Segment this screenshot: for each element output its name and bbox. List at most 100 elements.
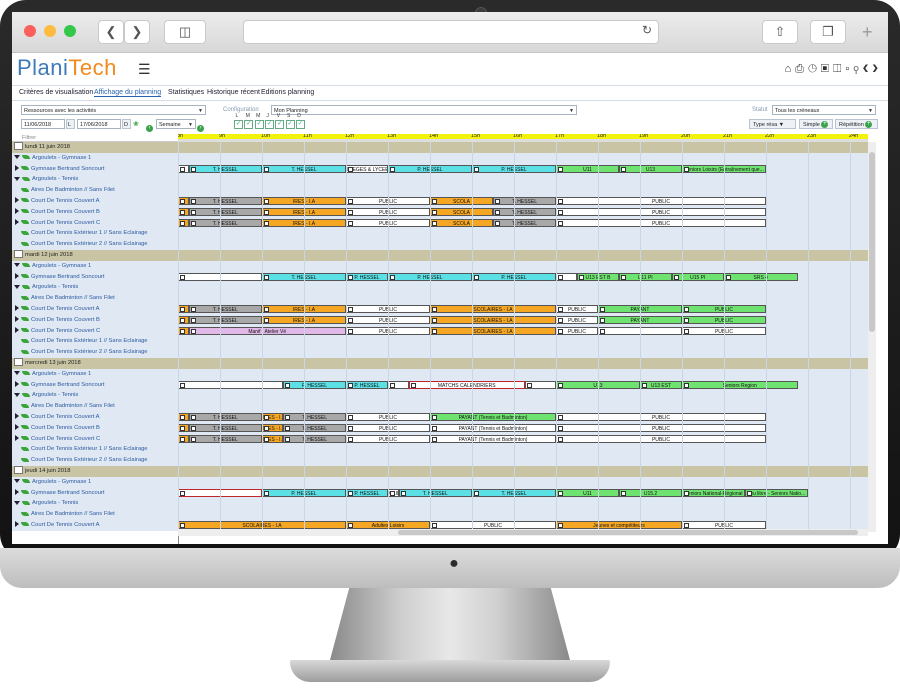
- booking-slot[interactable]: T. HESSEL: [188, 424, 262, 433]
- booking-slot[interactable]: SCOLAIRES - I.A: [430, 316, 556, 325]
- resource-row[interactable]: Court De Tennis Extérieur 1 // Sans Ecla…: [12, 336, 178, 348]
- period-select[interactable]: Semaine ▼: [156, 119, 196, 129]
- booking-slot[interactable]: IRES - I.A: [262, 424, 283, 433]
- booking-slot[interactable]: T. HESSEL: [188, 413, 262, 422]
- menu-affichage[interactable]: Affichage du planning: [94, 89, 162, 97]
- booking-slot[interactable]: [388, 380, 409, 389]
- group-row[interactable]: Argoulets - Tennis: [12, 174, 178, 186]
- booking-slot[interactable]: [178, 434, 189, 443]
- next-icon[interactable]: ❯: [872, 63, 882, 75]
- booking-slot[interactable]: U11: [556, 164, 619, 173]
- resource-row[interactable]: Court De Tennis Couvert C: [12, 325, 178, 337]
- booking-slot[interactable]: T. HESSEL: [283, 424, 346, 433]
- group-row[interactable]: Argoulets - Gymnase 1: [12, 260, 178, 272]
- planning-grid[interactable]: 8h 9h 10h 11h 12h 13h 14h 15h 16h 17h 18h 19h 20h 21h…: [178, 134, 868, 529]
- resource-row[interactable]: Court De Tennis Couvert B: [12, 206, 178, 218]
- resource-row[interactable]: Gymnase Bertrand Soncourt: [12, 487, 178, 499]
- date-to-button[interactable]: D: [122, 119, 131, 129]
- resource-row[interactable]: Court De Tennis Extérieur 1 // Sans Ecla…: [12, 228, 178, 240]
- booking-slot[interactable]: PUBLIC: [556, 413, 766, 422]
- reload-icon[interactable]: ↻: [642, 23, 652, 37]
- resource-row[interactable]: Court De Tennis Couvert A: [12, 304, 178, 315]
- booking-slot[interactable]: PUBLIC: [430, 521, 556, 529]
- booking-slot[interactable]: PAYANT (Tennis et Badminton): [430, 424, 556, 433]
- home-icon[interactable]: ⌂: [785, 63, 796, 75]
- booking-slot[interactable]: T. HESSEL: [283, 434, 346, 443]
- new-tab-icon[interactable]: +: [862, 22, 873, 43]
- booking-slot[interactable]: [556, 272, 577, 281]
- statut-select[interactable]: Tous les créneaux ▼: [772, 105, 876, 115]
- hamburger-menu-icon[interactable]: ☰: [138, 61, 151, 78]
- group-row[interactable]: Argoulets - Gymnase 1: [12, 368, 178, 380]
- menu-editions[interactable]: Editions planning: [261, 89, 314, 96]
- share-icon[interactable]: ⇧: [762, 20, 798, 44]
- booking-slot[interactable]: T. HESSEL: [493, 208, 556, 217]
- ressources-select[interactable]: Ressources avec les activités ▼: [21, 105, 206, 115]
- menu-historique[interactable]: Historique récent: [207, 89, 260, 96]
- booking-slot[interactable]: P. HESSEL: [346, 488, 388, 497]
- add-document-icon[interactable]: ◫: [833, 63, 845, 75]
- back-button[interactable]: ❮: [98, 20, 124, 44]
- day-checkbox-5[interactable]: ✓: [285, 120, 295, 129]
- booking-slot[interactable]: PAYANT (Tennis et Badminton): [430, 434, 556, 443]
- resource-row[interactable]: Court De Tennis Couvert C: [12, 433, 178, 445]
- sidebar-toggle-icon[interactable]: ◫: [164, 20, 206, 44]
- vertical-scrollbar[interactable]: [868, 142, 876, 532]
- minimize-window-icon[interactable]: [44, 25, 56, 37]
- simple-button[interactable]: Simple +: [799, 119, 833, 129]
- booking-slot[interactable]: T. HESSEL: [188, 208, 262, 217]
- repetition-button[interactable]: Répétition +: [835, 119, 878, 129]
- booking-slot[interactable]: P. HESSEL: [346, 272, 388, 281]
- booking-slot[interactable]: IRES - I.A: [262, 434, 283, 443]
- day-checkbox-6[interactable]: ✓: [295, 120, 305, 129]
- booking-slot[interactable]: PUBLIC: [556, 434, 766, 443]
- booking-slot[interactable]: [524, 380, 556, 389]
- booking-slot[interactable]: [178, 208, 189, 217]
- booking-slot[interactable]: PUBLIC: [556, 208, 766, 217]
- booking-slot[interactable]: [178, 305, 189, 314]
- day-checkbox-1[interactable]: ✓: [244, 120, 254, 129]
- booking-slot[interactable]: T. HESSEL: [283, 413, 346, 422]
- resource-row[interactable]: Court De Tennis Extérieur 2 // Sans Ecla…: [12, 347, 178, 358]
- booking-slot[interactable]: U15 PI: [671, 272, 724, 281]
- booking-slot[interactable]: SCOLAIRES - I.A: [430, 326, 556, 335]
- booking-slot[interactable]: Manif : Atelier Vé: [188, 326, 346, 335]
- save-icon[interactable]: ▣: [821, 63, 833, 75]
- booking-slot[interactable]: [178, 197, 189, 206]
- day-header[interactable]: mardi 12 juin 2018: [12, 250, 178, 261]
- date-to-input[interactable]: 17/06/2018: [77, 119, 121, 129]
- date-from-button[interactable]: L: [66, 119, 75, 129]
- booking-slot[interactable]: T. HESSEL: [188, 316, 262, 325]
- day-checkbox-3[interactable]: ✓: [264, 120, 274, 129]
- booking-slot[interactable]: PAYANT (Tennis et Badminton): [430, 413, 556, 422]
- menu-statistiques[interactable]: Statistiques: [168, 89, 204, 96]
- booking-slot[interactable]: MATCHS CALENDRIERS: [409, 380, 525, 389]
- filter-input[interactable]: Filtrer: [12, 134, 178, 142]
- booking-slot[interactable]: [178, 316, 189, 325]
- booking-slot[interactable]: Jeu libre - Seniors Natio...: [745, 488, 808, 497]
- booking-slot[interactable]: Jeunes et compétiteurs: [556, 521, 682, 529]
- booking-slot[interactable]: [178, 413, 189, 422]
- booking-slot[interactable]: [178, 424, 189, 433]
- booking-slot[interactable]: Seniors Region: [682, 380, 798, 389]
- address-bar[interactable]: ↻: [243, 20, 659, 44]
- date-from-input[interactable]: 11/06/2018: [21, 119, 65, 129]
- booking-slot[interactable]: PUBLIC: [556, 197, 766, 206]
- resource-row[interactable]: Gymnase Bertrand Soncourt: [12, 163, 178, 175]
- booking-slot[interactable]: PUBLIC: [556, 316, 598, 325]
- resource-row[interactable]: Court De Tennis Extérieur 1 // Sans Ecla…: [12, 444, 178, 456]
- booking-slot[interactable]: Seniors National-Régional: [682, 488, 745, 497]
- booking-slot[interactable]: T. HESSEL: [493, 218, 556, 227]
- booking-slot[interactable]: T. HESSEL: [493, 197, 556, 206]
- resource-row[interactable]: Court De Tennis Couvert B: [12, 422, 178, 434]
- booking-slot[interactable]: SCOLA: [430, 208, 493, 217]
- booking-slot[interactable]: U15.2: [619, 488, 682, 497]
- booking-slot[interactable]: U13: [619, 164, 682, 173]
- resource-row[interactable]: Court De Tennis Couvert A: [12, 412, 178, 423]
- group-row[interactable]: Argoulets - Tennis: [12, 390, 178, 402]
- close-window-icon[interactable]: [24, 25, 36, 37]
- booking-slot[interactable]: P. HESSEL: [346, 380, 388, 389]
- booking-slot[interactable]: PUBLIC: [556, 326, 598, 335]
- print-icon[interactable]: ⎙: [795, 63, 808, 75]
- booking-slot[interactable]: T. HESSEL: [188, 434, 262, 443]
